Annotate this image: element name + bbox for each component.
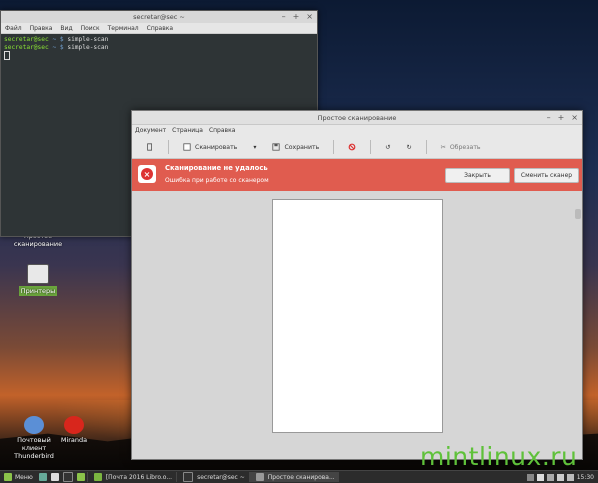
maximize-icon[interactable]: + [558, 113, 565, 122]
menu-button-label: Меню [15, 473, 33, 481]
terminal-line: secretar@sec ~ $ simple-scan [4, 43, 109, 51]
menu-button[interactable]: Меню [0, 473, 37, 481]
scan-titlebar[interactable]: Простое сканирование – + × [132, 111, 582, 125]
mint-logo-icon [4, 473, 12, 481]
task-libreoffice[interactable]: [Почта 2016 Libro.o... [86, 472, 176, 482]
browser-icon[interactable] [50, 473, 59, 481]
chevron-down-icon: ▾ [253, 143, 257, 151]
menu-edit[interactable]: Правка [30, 25, 53, 32]
menu-file[interactable]: Файл [5, 25, 22, 32]
scan-button-label: Сканировать [195, 143, 238, 151]
task-label: [Почта 2016 Libro.o... [105, 473, 173, 481]
document-icon [93, 473, 102, 481]
error-icon: × [138, 165, 156, 183]
scan-button[interactable]: Сканировать [177, 141, 243, 153]
crop-button[interactable]: ✂ Обрезать [435, 142, 487, 153]
save-button[interactable]: Сохранить [266, 141, 325, 153]
miranda-icon [64, 416, 84, 434]
minimize-icon[interactable]: – [282, 12, 286, 21]
terminal-line: secretar@sec ~ $ simple-scan [4, 36, 109, 43]
simple-scan-window[interactable]: Простое сканирование – + × Документ Стра… [131, 110, 583, 460]
desktop-icon-miranda[interactable]: Miranda [44, 416, 104, 444]
task-simple-scan[interactable]: Простое сканирова... [248, 472, 339, 482]
flag-ru-icon[interactable] [536, 473, 544, 481]
new-document-button[interactable] [140, 141, 160, 153]
menu-help[interactable]: Справка [147, 25, 173, 32]
terminal-menubar: Файл Правка Вид Поиск Терминал Справка [1, 23, 317, 34]
save-button-label: Сохранить [284, 143, 320, 151]
thunderbird-icon [24, 416, 44, 434]
volume-icon[interactable] [566, 473, 574, 481]
task-label: secretar@sec ~ [197, 473, 245, 481]
scan-page-preview[interactable] [272, 199, 443, 433]
terminal-icon[interactable] [62, 472, 73, 482]
menu-view[interactable]: Вид [60, 25, 72, 32]
scan-toolbar: Сканировать ▾ Сохранить ↺ ↻ ✂ Обрезать [132, 136, 582, 159]
rotate-right-icon: ↻ [406, 143, 412, 151]
terminal-icon [183, 472, 194, 482]
terminal-output[interactable]: secretar@sec ~ $ simple-scan secretar@se… [1, 34, 317, 62]
watermark: mintlinux.ru [420, 442, 578, 471]
clock[interactable]: 15:30 [577, 474, 594, 481]
minimize-icon[interactable]: – [547, 113, 551, 122]
new-document-icon [147, 143, 152, 151]
task-label: Простое сканирова... [267, 473, 335, 481]
scan-title: Простое сканирование [317, 114, 397, 122]
scan-menubar: Документ Страница Справка [132, 125, 582, 136]
maximize-icon[interactable]: + [293, 12, 300, 21]
crop-button-label: Обрезать [449, 143, 481, 151]
menu-help[interactable]: Справка [209, 127, 235, 134]
change-scanner-button[interactable]: Сменить сканер [514, 168, 579, 183]
files-icon[interactable] [76, 473, 85, 481]
stop-button[interactable] [342, 141, 362, 153]
task-terminal[interactable]: secretar@sec ~ [176, 472, 249, 482]
rotate-left-button[interactable]: ↺ [379, 142, 396, 153]
update-icon[interactable] [546, 473, 554, 481]
scanner-icon [183, 143, 191, 151]
scrollbar[interactable] [575, 209, 581, 219]
close-icon[interactable]: × [571, 113, 578, 122]
rotate-right-button[interactable]: ↻ [400, 142, 417, 153]
menu-search[interactable]: Поиск [81, 25, 100, 32]
error-infobar: × Сканирование не удалось Ошибка при раб… [132, 159, 582, 191]
error-title: Сканирование не удалось [165, 164, 268, 172]
system-tray: 15:30 [526, 473, 598, 481]
error-message: Ошибка при работе со сканером [165, 177, 269, 184]
scanner-app-icon [255, 473, 264, 481]
close-button[interactable]: Закрыть [445, 168, 510, 183]
tray-app-icon[interactable] [526, 473, 534, 481]
menu-page[interactable]: Страница [172, 127, 203, 134]
menu-terminal[interactable]: Терминал [108, 25, 139, 32]
terminal-titlebar[interactable]: secretar@sec ~ – + × [1, 11, 317, 23]
rotate-left-icon: ↺ [385, 143, 391, 151]
network-icon[interactable] [556, 473, 564, 481]
taskbar: Меню [Почта 2016 Libro.o... secretar@sec… [0, 470, 598, 483]
desktop-icon-label: Принтеры [18, 286, 58, 296]
show-desktop-icon[interactable] [38, 473, 47, 481]
close-icon[interactable]: × [306, 12, 313, 21]
scan-dropdown-button[interactable]: ▾ [247, 142, 262, 153]
crop-icon: ✂ [440, 143, 446, 151]
terminal-cursor [4, 51, 10, 60]
desktop-icon-printers[interactable]: Принтеры [8, 264, 68, 296]
stop-icon [348, 143, 356, 151]
menu-document[interactable]: Документ [135, 127, 166, 134]
printer-icon [27, 264, 49, 284]
desktop-icon-label: Miranda [60, 436, 88, 444]
terminal-title: secretar@sec ~ [133, 13, 185, 21]
save-icon [272, 143, 281, 151]
